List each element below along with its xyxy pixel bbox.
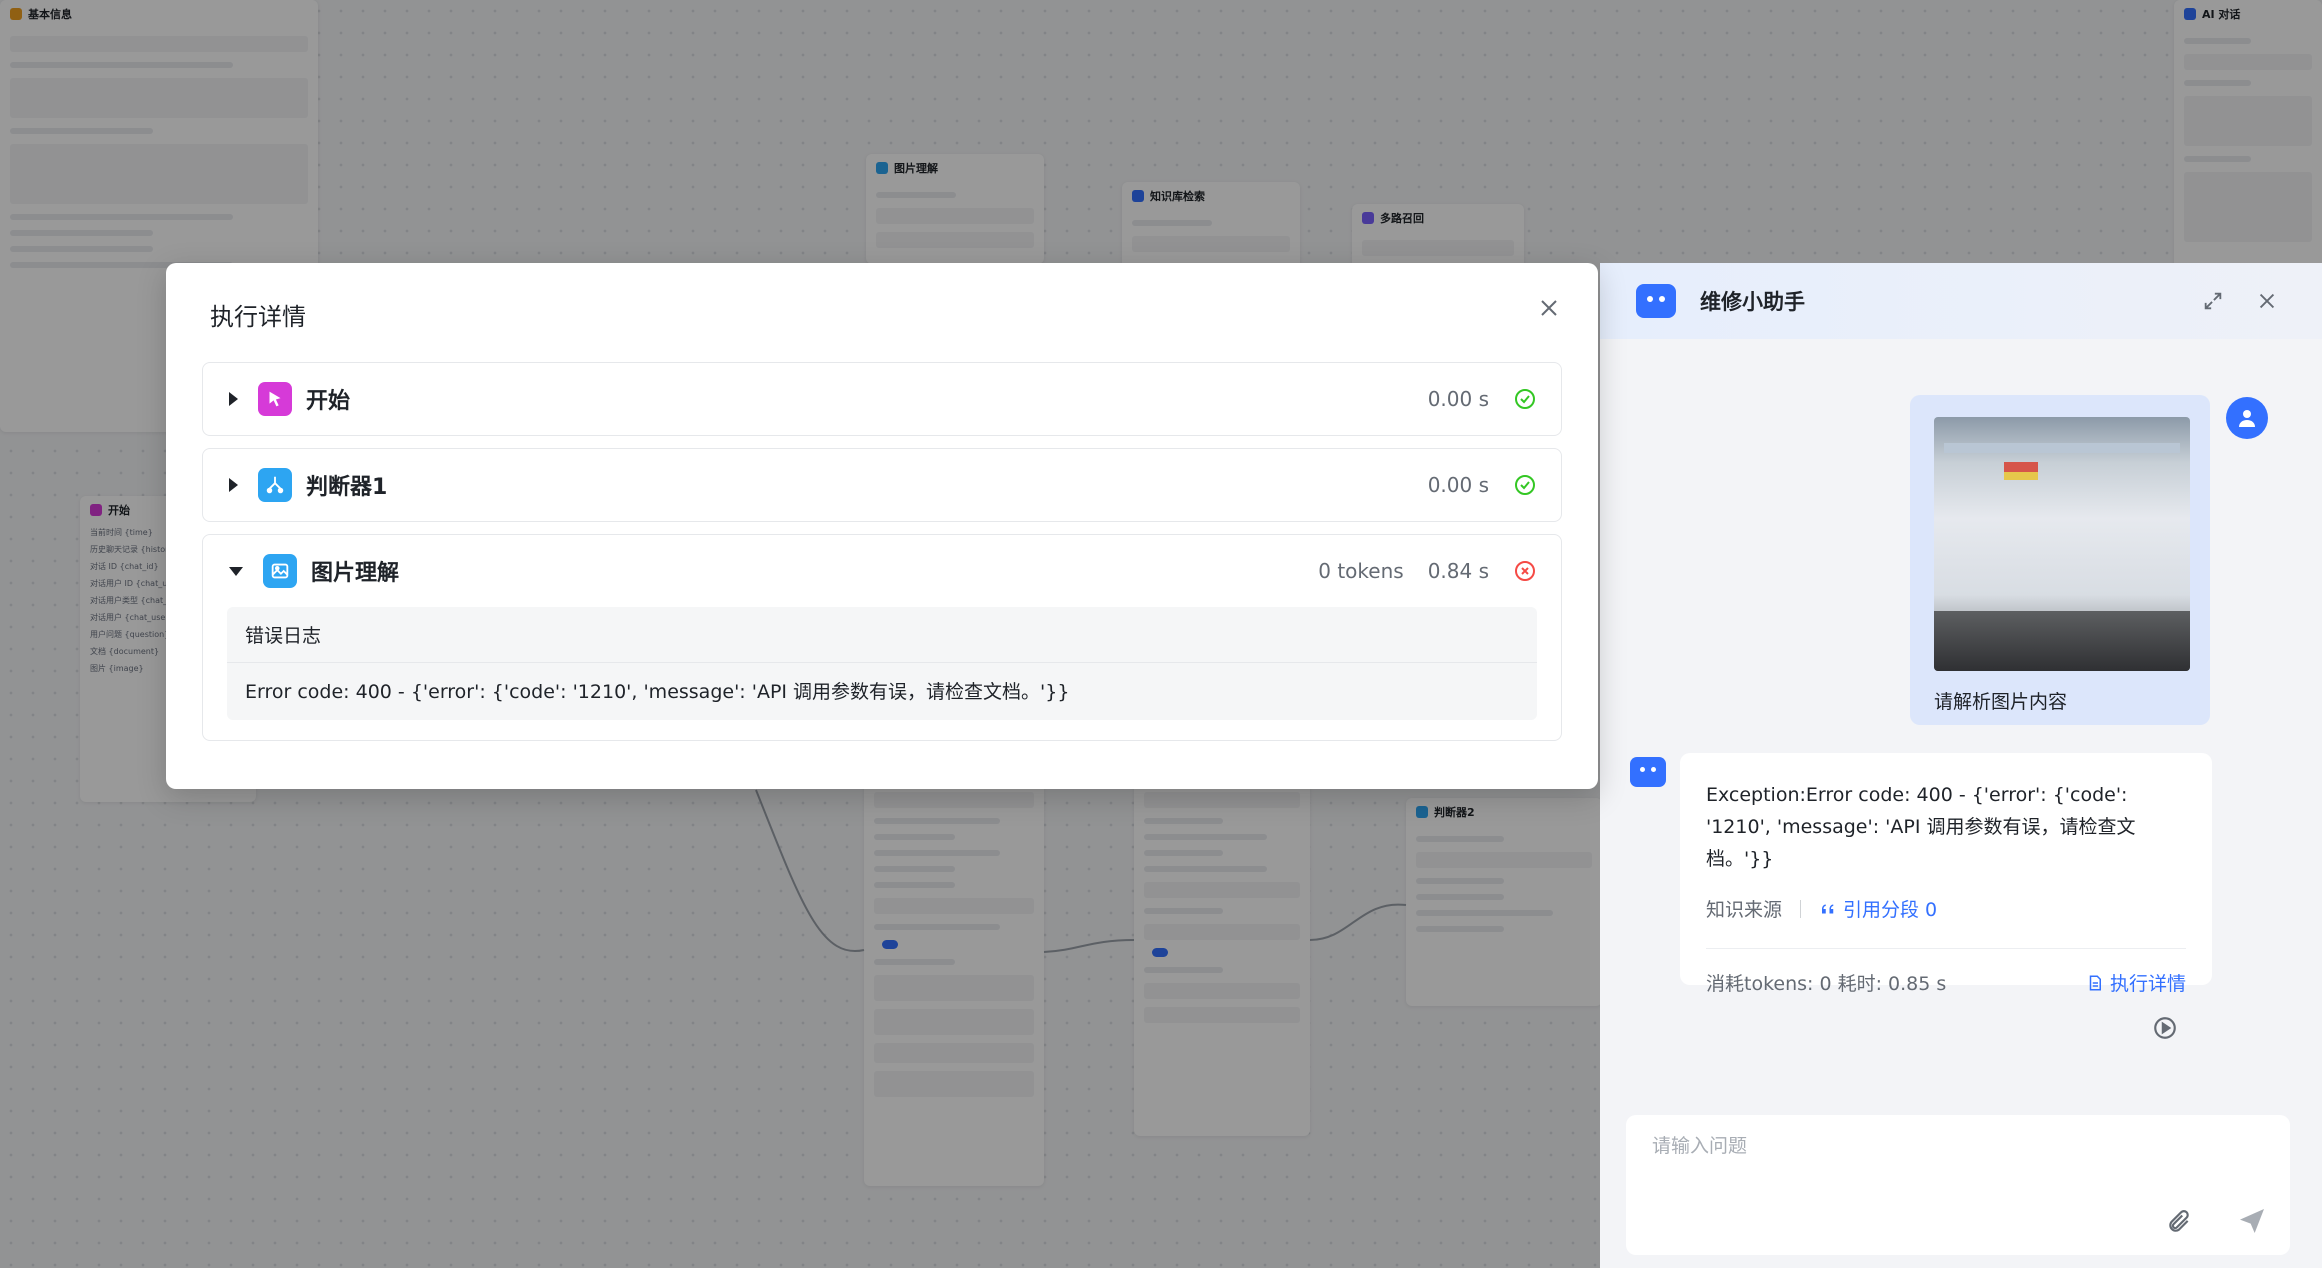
error-icon [1515,561,1535,581]
start-node-icon [258,382,292,416]
execution-details-link[interactable]: 执行详情 [2086,969,2186,996]
expand-caret-icon[interactable] [229,392,238,406]
user-message: 请解析图片内容 [1910,395,2210,725]
user-avatar [2226,397,2268,439]
expand-caret-icon[interactable] [229,478,238,492]
error-log: 错误日志 Error code: 400 - {'error': {'code'… [227,607,1537,720]
step-image-understanding[interactable]: 图片理解 0 tokens 0.84 s 错误日志 Error code: 40… [202,534,1562,741]
step-tokens: 0 tokens [1318,559,1404,583]
step-name: 开始 [306,389,351,414]
step-name: 判断器1 [306,475,388,500]
close-icon[interactable] [2252,286,2282,316]
question-input[interactable] [1652,1135,2264,1157]
image-node-icon [263,554,297,588]
bot-message-text: Exception:Error code: 400 - {'error': {'… [1706,784,2136,870]
error-log-text: Error code: 400 - {'error': {'code': '12… [245,681,1070,703]
bot-message: Exception:Error code: 400 - {'error': {'… [1680,753,2212,995]
step-start[interactable]: 开始 0.00 s [202,362,1562,436]
play-audio-icon[interactable] [2152,1015,2178,1041]
execution-details-text: 执行详情 [2109,973,2186,995]
step-time: 0.00 s [1427,387,1489,411]
success-icon [1515,389,1535,409]
uploaded-image[interactable] [1934,417,2190,671]
expand-icon[interactable] [2198,286,2228,316]
cite-segments-link[interactable]: 引用分段 0 [1819,895,1937,922]
chat-panel: 维修小助手 请解析图片内容 Exception:Error code: 400 … [1600,263,2322,1268]
bot-logo-icon [1636,284,1676,318]
attachment-icon[interactable] [2166,1209,2192,1235]
step-judge[interactable]: 判断器1 0.00 s [202,448,1562,522]
modal-title: 执行详情 [210,303,306,331]
judge-node-icon [258,468,292,502]
quote-icon [1822,904,1834,913]
step-time: 0.00 s [1427,473,1489,497]
bot-avatar-icon [1630,757,1666,787]
step-time: 0.84 s [1427,559,1489,583]
user-message-text: 请解析图片内容 [1934,691,2068,713]
execution-details-modal: 执行详情 开始 0.00 s 判断器1 0.00 s 图片理解 0 tokens… [166,263,1598,789]
execution-steps: 开始 0.00 s 判断器1 0.00 s 图片理解 0 tokens 0.84… [202,362,1562,741]
send-icon[interactable] [2236,1205,2268,1237]
chat-header: 维修小助手 [1600,263,2322,339]
modal-close-icon[interactable] [1534,293,1564,323]
step-name: 图片理解 [311,561,400,586]
document-icon [2089,975,2101,990]
question-input-box [1626,1115,2290,1255]
success-icon [1515,475,1535,495]
error-log-title: 错误日志 [227,607,1537,663]
knowledge-source-label: 知识来源 [1706,899,1783,921]
chat-title: 维修小助手 [1700,290,1805,314]
user-icon [2239,410,2255,427]
cite-segments-text: 引用分段 0 [1843,899,1938,921]
usage-stats: 消耗tokens: 0 耗时: 0.85 s [1706,973,1947,995]
collapse-caret-icon[interactable] [229,566,243,576]
